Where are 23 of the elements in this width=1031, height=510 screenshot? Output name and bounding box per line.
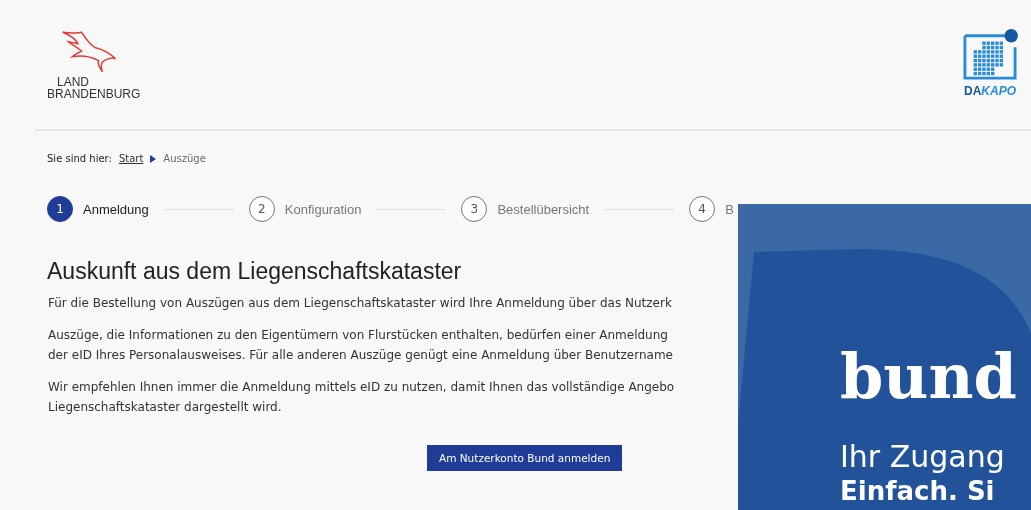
paragraph: Wir empfehlen Ihnen immer die Anmeldung mittels eID zu nutzen, damit Ihnen das vollständige Angebo Liegenschaftskataster dargestellt wird. <box>48 379 675 416</box>
logo-text: DAKAPO <box>964 84 1016 98</box>
step-number: 4 <box>689 196 716 222</box>
step-label: B <box>725 201 734 217</box>
banner-tagline: Einfach. Si <box>840 476 995 506</box>
caret-icon <box>150 154 157 163</box>
step-label: Anmeldung <box>83 201 149 217</box>
step-label: Konfiguration <box>284 201 362 217</box>
login-button[interactable]: Am Nutzerkonto Bund anmelden <box>427 445 623 471</box>
paragraph: Für die Bestellung von Auszügen aus dem Liegenschaftskataster wird Ihre Anmeldung über das Nutzerk <box>48 295 672 312</box>
map-grid-icon <box>961 28 1019 82</box>
banner-title: bund <box>840 342 1017 412</box>
banner-subtitle: Ihr Zugang <box>840 440 1005 474</box>
step-label: Bestellübersicht <box>497 201 590 217</box>
step-number: 3 <box>461 196 488 222</box>
breadcrumb-current: Auszüge <box>163 153 206 164</box>
step-number: 2 <box>248 196 275 222</box>
logo-text: LAND BRANDENBURG <box>47 76 141 100</box>
breadcrumb-link[interactable]: Start <box>118 153 144 164</box>
paragraph: Auszüge, die Informationen zu den Eigentümern von Flurstücken enthalten, bedürfen einer Anmeldung der eID Ihres Personalausweises. Für alle anderen Auszüge genügt eine Anmeldung über Benutzername <box>48 327 673 364</box>
breadcrumb-label: Sie sind hier: <box>47 153 112 164</box>
page-heading: Auskunft aus dem Liegenschaftskataster <box>47 258 463 285</box>
step-number: 1 <box>47 196 73 222</box>
